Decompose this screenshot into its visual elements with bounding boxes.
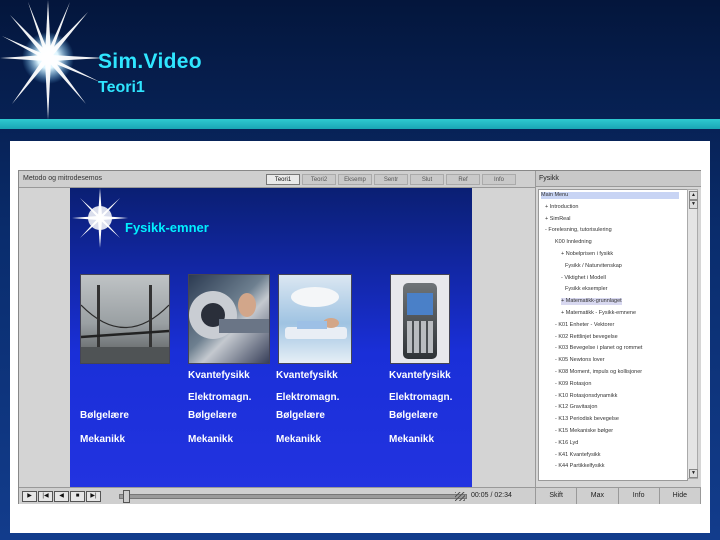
back-icon[interactable]: ◀ (54, 491, 69, 502)
list-scrollbar[interactable]: ▲ ▼ ▼ (687, 189, 698, 479)
info-button[interactable]: Info (619, 488, 660, 504)
bridge-photo (80, 274, 170, 364)
topic-list-item[interactable]: - K05 Newtons lover (555, 357, 605, 364)
timecode: 00:05 / 02:34 (471, 492, 512, 499)
tab-eksemp[interactable]: Eksemp (338, 174, 372, 185)
accent-bar (0, 119, 720, 129)
subject-label[interactable]: Mekanikk (80, 434, 125, 445)
tab-teori2[interactable]: Teori2 (302, 174, 336, 185)
embedded-slide-title: Fysikk-emner (125, 220, 209, 235)
forward-icon[interactable]: ▶| (86, 491, 101, 502)
topic-list-item[interactable]: Fysikk / Naturvitenskap (565, 263, 622, 270)
topic-list-item[interactable]: Main Menu (541, 192, 679, 199)
subject-label[interactable]: Bølgelære (188, 410, 237, 421)
mini-star-burst-icon (72, 188, 128, 248)
scroll-down-icon[interactable]: ▼ (689, 200, 698, 209)
panel-header: Fysikk (536, 171, 701, 187)
star-burst-icon (0, 0, 104, 120)
topic-list-item[interactable]: - K01 Enheter - Vektorer (555, 322, 614, 329)
topic-list-item[interactable]: + Matematikk-grunnlaget (561, 298, 622, 306)
topic-list-item[interactable]: - K12 Gravitasjon (555, 404, 598, 411)
topic-list-item[interactable]: - K02 Rettlinjet bevegelse (555, 334, 618, 341)
hospital-bed-photo (278, 274, 352, 364)
video-player-window: Metodo og mitrodesemos Teori1 Teori2 Eks… (18, 170, 701, 504)
progress-track[interactable] (119, 494, 467, 499)
subject-label[interactable]: Mekanikk (188, 434, 233, 445)
topic-list-item[interactable]: - Forelesning, tutorisulering (545, 227, 612, 234)
subject-label[interactable]: Mekanikk (389, 434, 434, 445)
progress-thumb[interactable] (123, 490, 130, 503)
slide-subtitle: Teori1 (98, 79, 145, 96)
topic-list-item[interactable]: - Viktighet i Modell (561, 275, 606, 282)
stop-icon[interactable]: ■ (70, 491, 85, 502)
topic-list-item[interactable]: + Matematikk - Fysikk-emnene (561, 310, 636, 317)
max-button[interactable]: Max (577, 488, 619, 504)
mri-scanner-photo (188, 274, 270, 364)
subject-label[interactable]: Elektromagn. (188, 392, 251, 403)
resize-grip-icon[interactable] (455, 492, 465, 501)
subject-label[interactable]: Bølgelære (276, 410, 325, 421)
topic-list-item[interactable]: Fysikk eksempler (565, 286, 607, 293)
topic-list-item[interactable]: - K03 Bevegelse i planet og rommet (555, 345, 642, 352)
tab-sentr[interactable]: Sentr (374, 174, 408, 185)
hide-button[interactable]: Hide (660, 488, 701, 504)
first-frame-icon[interactable]: |◀ (38, 491, 53, 502)
embedded-slide: Fysikk-emner Bølgelære Mekanikk Kvantefy… (70, 188, 472, 488)
subject-label[interactable]: Bølgelære (80, 410, 129, 421)
subject-label[interactable]: Mekanikk (276, 434, 321, 445)
topic-list-item[interactable]: - K09 Rotasjon (555, 381, 591, 388)
subject-label[interactable]: Bølgelære (389, 410, 438, 421)
topic-list-item[interactable]: + SimReal (545, 216, 571, 223)
scroll-bottom-icon[interactable]: ▼ (689, 469, 698, 478)
topic-list-item[interactable]: - K41 Kvantefysikk (555, 452, 601, 459)
topic-list-item[interactable]: + Nobelprisen i fysikk (561, 251, 613, 258)
topic-list-item[interactable]: - K16 Lyd (555, 440, 578, 447)
subject-label[interactable]: Kvantefysikk (389, 370, 451, 381)
phone-body (403, 283, 437, 359)
skift-button[interactable]: Skift (536, 488, 578, 504)
player-controls: ▶ |◀ ◀ ■ ▶| 00:05 / 02:34 (19, 487, 535, 504)
phone-keyboard (407, 321, 433, 353)
subject-label[interactable]: Elektromagn. (276, 392, 339, 403)
subject-label[interactable]: Kvantefysikk (188, 370, 250, 381)
topic-list-item[interactable]: - K15 Mekaniske bølger (555, 428, 613, 435)
smartphone-photo (390, 274, 450, 364)
scroll-up-icon[interactable]: ▲ (689, 191, 698, 200)
subject-label[interactable]: Kvantefysikk (276, 370, 338, 381)
topic-list-item[interactable]: K00 Innledning (555, 239, 592, 246)
topic-list-item[interactable]: + Introduction (545, 204, 578, 211)
navigation-panel: Fysikk Main Menu + Introduction + SimReal -… (535, 171, 701, 504)
topic-list-item[interactable]: - K13 Periodisk bevegelse (555, 416, 619, 423)
skip-start-button[interactable]: ▶ (22, 491, 37, 502)
topic-list-item[interactable]: - K10 Rotasjonsdynamikk (555, 393, 617, 400)
topic-list: Main Menu + Introduction + SimReal - Forele… (538, 189, 688, 481)
tab-ref[interactable]: Ref (446, 174, 480, 185)
phone-screen (407, 293, 433, 315)
tab-info[interactable]: Info (482, 174, 516, 185)
slide-title: Sim.Video (98, 50, 202, 73)
panel-buttons: Skift Max Info Hide (536, 487, 701, 504)
subject-label[interactable]: Elektromagn. (389, 392, 452, 403)
tab-slut[interactable]: Slut (410, 174, 444, 185)
topic-list-item[interactable]: - K44 Partikkelfysikk (555, 463, 605, 470)
topic-list-item[interactable]: - K08 Moment, impuls og kollisjoner (555, 369, 642, 376)
document-title: Metodo og mitrodesemos (23, 175, 102, 182)
tab-teori1[interactable]: Teori1 (266, 174, 300, 185)
tab-bar: Teori1 Teori2 Eksemp Sentr Slut Ref Info (266, 174, 516, 185)
